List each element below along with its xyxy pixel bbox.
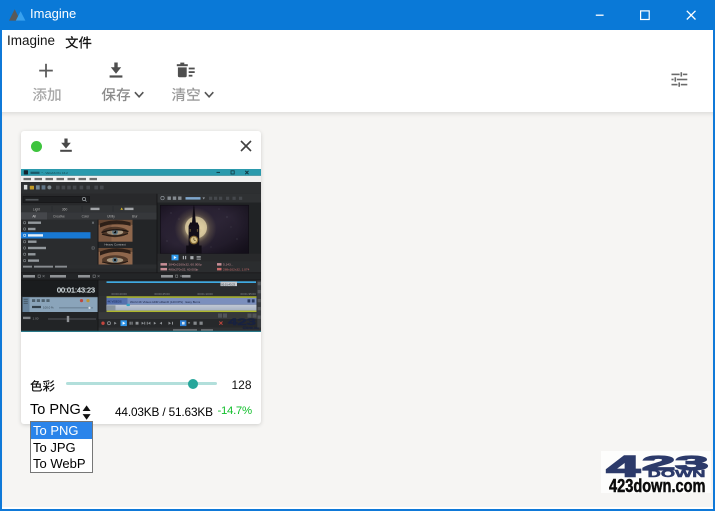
svg-text:480x270x32, 60.000p: 480x270x32, 60.000p: [169, 267, 199, 271]
svg-text:Creative: Creative: [53, 214, 65, 218]
svg-text:Utility: Utility: [107, 214, 115, 218]
svg-text:1.00: 1.00: [33, 316, 39, 320]
svg-text:423down.com: 423down.com: [609, 476, 706, 495]
svg-text:3840x2160x32, 60.000p: 3840x2160x32, 60.000p: [169, 262, 202, 266]
svg-text:Color: Color: [82, 214, 91, 218]
svg-text:All: All: [32, 214, 36, 218]
svg-text:00:01:10:00: 00:01:10:00: [198, 292, 214, 296]
svg-text:100.0 %: 100.0 %: [43, 305, 54, 309]
svg-text:423down.com: 423down.com: [243, 326, 260, 330]
svg-text:Heavy Contrast: Heavy Contrast: [104, 242, 125, 246]
svg-text:00:00:45:00: 00:00:45:00: [155, 292, 171, 296]
svg-text:Blur: Blur: [132, 214, 139, 218]
svg-text:4K VIDEOS: 4K VIDEOS: [108, 299, 122, 303]
svg-text:288x162x32, 1.074: 288x162x32, 1.074: [223, 267, 250, 271]
svg-text:Light: Light: [33, 207, 40, 211]
svg-text:5,143...: 5,143...: [223, 262, 233, 266]
svg-text:World 4K Videos HDR uRamD (120: World 4K Videos HDR uRamD (120 FPS) Easy…: [130, 299, 201, 303]
svg-text:* - VEGAS Pro 16.2: * - VEGAS Pro 16.2: [42, 170, 69, 174]
svg-text:360: 360: [62, 207, 68, 211]
svg-text:00:01:43:23: 00:01:43:23: [57, 285, 95, 294]
svg-text:00:01:43:23: 00:01:43:23: [221, 282, 235, 286]
svg-text:00:01:35:00: 00:01:35:00: [241, 292, 257, 296]
svg-text:00:00:20:00: 00:00:20:00: [112, 292, 128, 296]
